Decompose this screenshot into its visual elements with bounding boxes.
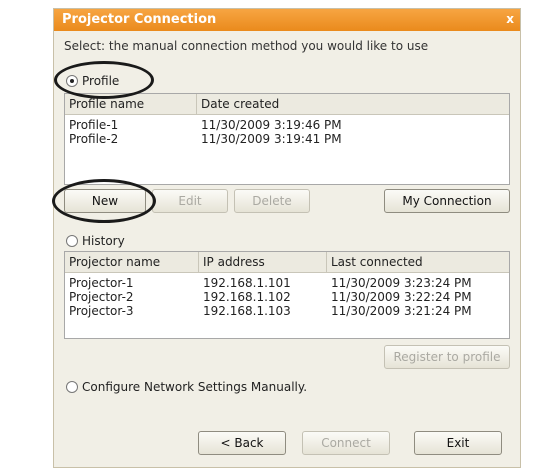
edit-button[interactable]: Edit: [152, 189, 228, 213]
back-button[interactable]: < Back: [198, 431, 286, 455]
profile-radio-label: Profile: [82, 73, 120, 88]
projector-name-cell: Projector-3: [69, 304, 134, 318]
title-bar: Projector Connection x: [54, 9, 520, 31]
history-radio-button[interactable]: [66, 234, 78, 247]
column-header-projector-name[interactable]: Projector name: [65, 252, 199, 272]
register-to-profile-button[interactable]: Register to profile: [384, 345, 510, 369]
column-header-profile-name[interactable]: Profile name: [65, 94, 197, 114]
ip-address-cell: 192.168.1.102: [203, 290, 291, 304]
projector-name-cell: Projector-2: [69, 290, 134, 304]
profile-list[interactable]: Profile name Date created Profile-1 11/3…: [64, 93, 510, 185]
list-item[interactable]: Profile-2 11/30/2009 3:19:41 PM: [65, 132, 509, 146]
table-row[interactable]: Projector-3 192.168.1.103 11/30/2009 3:2…: [65, 304, 509, 318]
window-title: Projector Connection: [62, 12, 217, 27]
new-button[interactable]: New: [64, 189, 146, 213]
date-created-cell: 11/30/2009 3:19:46 PM: [201, 118, 342, 132]
column-header-date-created[interactable]: Date created: [197, 94, 509, 114]
configure-network-radio-label: Configure Network Settings Manually.: [82, 379, 308, 394]
close-icon[interactable]: x: [506, 12, 514, 26]
column-header-ip-address[interactable]: IP address: [199, 252, 327, 272]
table-row[interactable]: Projector-1 192.168.1.101 11/30/2009 3:2…: [65, 276, 509, 290]
history-radio[interactable]: History: [66, 233, 125, 248]
my-connection-button[interactable]: My Connection: [384, 189, 510, 213]
last-connected-cell: 11/30/2009 3:22:24 PM: [331, 290, 472, 304]
last-connected-cell: 11/30/2009 3:23:24 PM: [331, 276, 472, 290]
profile-radio-button[interactable]: [66, 74, 78, 87]
last-connected-cell: 11/30/2009 3:21:24 PM: [331, 304, 472, 318]
connect-button[interactable]: Connect: [302, 431, 390, 455]
projector-connection-dialog: Projector Connection x Select: the manua…: [52, 8, 521, 468]
list-item[interactable]: Profile-1 11/30/2009 3:19:46 PM: [65, 118, 509, 132]
profile-radio[interactable]: Profile: [66, 73, 119, 88]
column-header-last-connected[interactable]: Last connected: [327, 252, 509, 272]
history-list[interactable]: Projector name IP address Last connected…: [64, 251, 510, 339]
configure-network-radio-button[interactable]: [66, 380, 78, 393]
date-created-cell: 11/30/2009 3:19:41 PM: [201, 132, 342, 146]
exit-button[interactable]: Exit: [414, 431, 502, 455]
projector-name-cell: Projector-1: [69, 276, 134, 290]
configure-network-radio[interactable]: Configure Network Settings Manually.: [66, 379, 307, 394]
delete-button[interactable]: Delete: [234, 189, 310, 213]
ip-address-cell: 192.168.1.103: [203, 304, 291, 318]
history-list-header: Projector name IP address Last connected: [65, 252, 509, 273]
profile-name-cell: Profile-1: [69, 118, 119, 132]
history-radio-label: History: [82, 233, 125, 248]
table-row[interactable]: Projector-2 192.168.1.102 11/30/2009 3:2…: [65, 290, 509, 304]
profile-name-cell: Profile-2: [69, 132, 119, 146]
ip-address-cell: 192.168.1.101: [203, 276, 291, 290]
profile-list-header: Profile name Date created: [65, 94, 509, 115]
instruction-text: Select: the manual connection method you…: [64, 39, 429, 53]
